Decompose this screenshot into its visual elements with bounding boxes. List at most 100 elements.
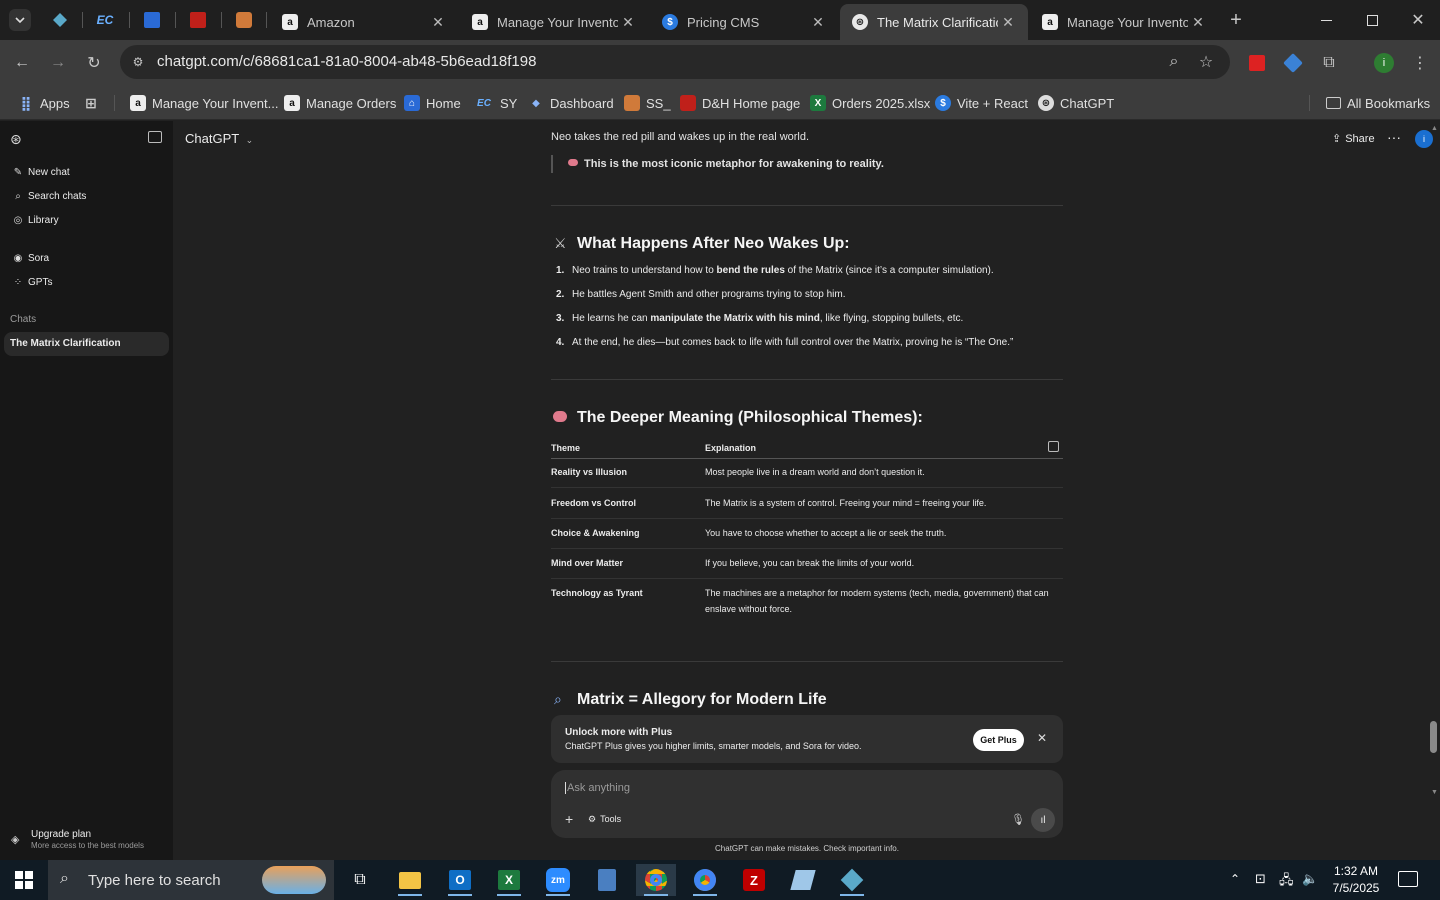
bookmark-dashboard[interactable]: ◆ Dashboard (528, 92, 613, 114)
chrome-profile-button[interactable] (685, 864, 725, 896)
scrollbar-thumb[interactable] (1430, 721, 1437, 753)
browser-menu-button[interactable]: ⋮ (1408, 51, 1432, 75)
bookmark-vite-react[interactable]: $ Vite + React (935, 92, 1028, 114)
extensions-puzzle-icon[interactable]: ⧉ (1317, 51, 1341, 75)
scroll-down-icon[interactable]: ▼ (1431, 789, 1438, 796)
list-item: He battles Agent Smith and other program… (572, 289, 846, 300)
prompt-input[interactable]: Ask anything (565, 782, 630, 794)
pinned-tab-1[interactable] (50, 10, 70, 30)
back-button[interactable]: ← (10, 51, 34, 75)
pinned-tab-5[interactable] (234, 10, 254, 30)
restore-icon (1366, 14, 1378, 26)
browser-toolbar: ← → ↻ ⚙ chatgpt.com/c/68681ca1-81a0-8004… (0, 40, 1440, 86)
filezilla-button[interactable]: Z (734, 864, 774, 896)
tab-amazon[interactable]: a Amazon ✕ (270, 4, 458, 40)
chat-sidebar: ⊛ ✎ New chat ⌕ Search chats ◎ Library ◉ … (0, 121, 173, 860)
zoom-icon[interactable]: ⌕ (1162, 50, 1186, 74)
taskbar-search[interactable]: ⌕ Type here to search (48, 860, 334, 900)
sora-button[interactable]: ◉ Sora (12, 249, 50, 267)
close-sidebar-icon[interactable] (148, 131, 162, 143)
model-selector[interactable]: ChatGPT ⌄ (185, 131, 253, 146)
outlook-button[interactable]: O (440, 864, 480, 896)
chat-main: ChatGPT ⌄ ⇪ Share ··· i Neo takes the red… (173, 121, 1440, 860)
bookmark-dh-home[interactable]: D&H Home page (680, 92, 800, 114)
upgrade-plan-button[interactable]: ◈ Upgrade plan More access to the best m… (10, 827, 170, 855)
bookmark-manage-inventory[interactable]: a Manage Your Invent... (130, 92, 278, 114)
task-view-button[interactable]: ⧉ (340, 864, 380, 896)
library-button[interactable]: ◎ Library (12, 211, 59, 229)
search-chats-button[interactable]: ⌕ Search chats (12, 187, 86, 205)
user-avatar[interactable]: i (1415, 130, 1433, 148)
pinned-tab-3[interactable] (142, 10, 162, 30)
restore-button[interactable] (1360, 8, 1384, 32)
close-icon[interactable]: ✕ (998, 14, 1018, 31)
scroll-up-icon[interactable]: ▲ (1431, 125, 1438, 132)
calculator-button[interactable] (587, 864, 627, 896)
outlook-icon: O (449, 870, 471, 890)
profile-avatar[interactable]: i (1372, 51, 1396, 75)
bookmark-chatgpt[interactable]: ⊛ ChatGPT (1038, 92, 1114, 114)
table-cell: Reality vs Illusion (551, 467, 628, 477)
show-hidden-icons[interactable]: ⌃ (1230, 872, 1240, 886)
url-text[interactable]: chatgpt.com/c/68681ca1-81a0-8004-ab48-5b… (157, 53, 536, 70)
new-tab-button[interactable]: + (1224, 8, 1248, 32)
chrome-button[interactable] (636, 864, 676, 896)
more-options-button[interactable]: ··· (1387, 129, 1401, 145)
close-icon[interactable]: ✕ (428, 14, 448, 31)
diamond-app-button[interactable] (832, 864, 872, 896)
close-icon[interactable]: ✕ (808, 14, 828, 31)
forward-button[interactable]: → (46, 51, 70, 75)
pinned-tab-4[interactable] (188, 10, 208, 30)
microphone-icon[interactable]: 🎙 (1011, 813, 1025, 826)
pinned-tab-2[interactable]: EC (95, 10, 115, 30)
bookmark-star-icon[interactable]: ☆ (1194, 50, 1218, 74)
tools-button[interactable]: ⚙ Tools (588, 814, 621, 825)
minimize-button[interactable] (1314, 8, 1338, 32)
chrome-icon (645, 869, 667, 891)
all-bookmarks[interactable]: All Bookmarks (1326, 92, 1430, 114)
reload-button[interactable]: ↻ (82, 51, 106, 75)
close-icon[interactable]: ✕ (1188, 14, 1208, 31)
bookmark-orders-2025[interactable]: X Orders 2025.xlsx (810, 92, 930, 114)
close-icon[interactable]: ✕ (618, 14, 638, 31)
tab-matrix-clarification[interactable]: ⊛ The Matrix Clarificatio ✕ (840, 4, 1028, 40)
copy-table-icon[interactable] (1048, 441, 1059, 452)
openai-logo-icon[interactable]: ⊛ (10, 131, 26, 147)
new-chat-button[interactable]: ✎ New chat (12, 163, 70, 181)
search-icon: ⌕ (15, 190, 21, 202)
share-button[interactable]: ⇪ Share (1332, 132, 1375, 145)
table-cell: Freedom vs Control (551, 498, 637, 508)
excel-button[interactable]: X (489, 864, 529, 896)
extension-red-icon[interactable] (1245, 51, 1269, 75)
zoom-button[interactable]: zm (538, 864, 578, 896)
notes-app-button[interactable] (783, 864, 823, 896)
get-plus-button[interactable]: Get Plus (973, 729, 1024, 751)
chat-item-matrix[interactable]: The Matrix Clarification (4, 332, 169, 356)
site-info-icon[interactable]: ⚙ (126, 50, 150, 74)
gpts-button[interactable]: ⁘ GPTs (12, 273, 53, 291)
extension-blue-icon[interactable] (1281, 51, 1305, 75)
bookmark-tab-groups[interactable]: ⊞ (83, 92, 105, 114)
clock-time[interactable]: 1:32 AM (1328, 864, 1384, 878)
file-explorer-button[interactable] (390, 864, 430, 896)
address-bar[interactable]: ⚙ chatgpt.com/c/68681ca1-81a0-8004-ab48-… (120, 45, 1230, 79)
bookmark-home[interactable]: ⌂ Home (404, 92, 461, 114)
network-icon[interactable]: 🖧 (1279, 871, 1294, 893)
bookmark-apps[interactable]: ⣿ Apps (18, 92, 70, 114)
tab-pricing-cms[interactable]: $ Pricing CMS ✕ (650, 4, 838, 40)
clock-date[interactable]: 7/5/2025 (1328, 881, 1384, 895)
close-icon[interactable]: ✕ (1037, 731, 1047, 745)
start-button[interactable] (4, 864, 44, 896)
plus-icon[interactable]: + (565, 811, 573, 827)
tab-manage-inventory-2[interactable]: a Manage Your Inventor ✕ (1030, 4, 1218, 40)
close-window-button[interactable]: ✕ (1406, 8, 1430, 32)
bookmark-manage-orders[interactable]: a Manage Orders (284, 92, 396, 114)
bookmark-sy[interactable]: EC SY (474, 92, 517, 114)
notifications-icon[interactable] (1398, 871, 1418, 887)
tab-search-button[interactable] (9, 9, 31, 31)
tab-manage-inventory[interactable]: a Manage Your Inventor ✕ (460, 4, 648, 40)
bookmark-ss[interactable]: SS_ (624, 92, 671, 114)
volume-icon[interactable]: 🔈 (1302, 871, 1318, 887)
network-warning-icon[interactable]: ⊡ (1255, 871, 1266, 887)
voice-mode-button[interactable]: ıl (1031, 808, 1055, 832)
